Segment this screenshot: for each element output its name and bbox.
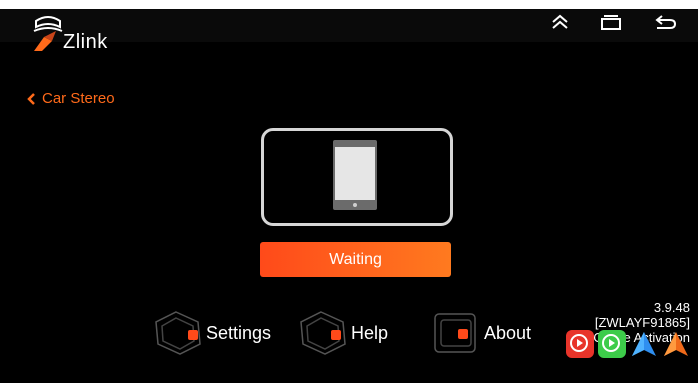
chevron-left-icon xyxy=(27,92,35,105)
back-link-label: Car Stereo xyxy=(42,90,115,107)
android-auto-blue-icon[interactable] xyxy=(630,330,658,358)
help-icon xyxy=(299,310,349,356)
back-arrow-icon[interactable] xyxy=(654,14,678,35)
about-icon xyxy=(432,310,482,356)
bottom-bezel xyxy=(0,383,698,391)
version-number: 3.9.48 xyxy=(653,300,690,315)
zlink-logo-icon xyxy=(33,16,63,51)
help-button[interactable]: Help xyxy=(299,310,388,356)
carplay-red-icon[interactable] xyxy=(566,330,594,358)
about-button[interactable]: About xyxy=(432,310,531,356)
carplay-green-icon[interactable] xyxy=(598,330,626,358)
recent-apps-icon[interactable] xyxy=(600,14,622,35)
logo-text: Zlink xyxy=(63,31,108,53)
device-code: [ZWLAYF91865] xyxy=(594,315,690,330)
back-car-stereo-link[interactable]: Car Stereo xyxy=(26,90,115,107)
help-label: Help xyxy=(351,322,389,343)
android-auto-orange-icon[interactable] xyxy=(662,330,690,358)
settings-label: Settings xyxy=(206,322,272,343)
about-label: About xyxy=(484,322,532,343)
waiting-label: Waiting xyxy=(329,250,382,268)
double-chevron-up-icon[interactable] xyxy=(551,14,569,35)
phone-icon xyxy=(333,140,377,210)
waiting-status-button[interactable]: Waiting xyxy=(260,242,451,277)
app-logo: Zlink xyxy=(30,15,140,55)
settings-button[interactable]: Settings xyxy=(154,310,271,356)
connection-apps xyxy=(566,330,690,358)
top-bezel xyxy=(0,0,698,9)
settings-icon xyxy=(154,310,204,356)
